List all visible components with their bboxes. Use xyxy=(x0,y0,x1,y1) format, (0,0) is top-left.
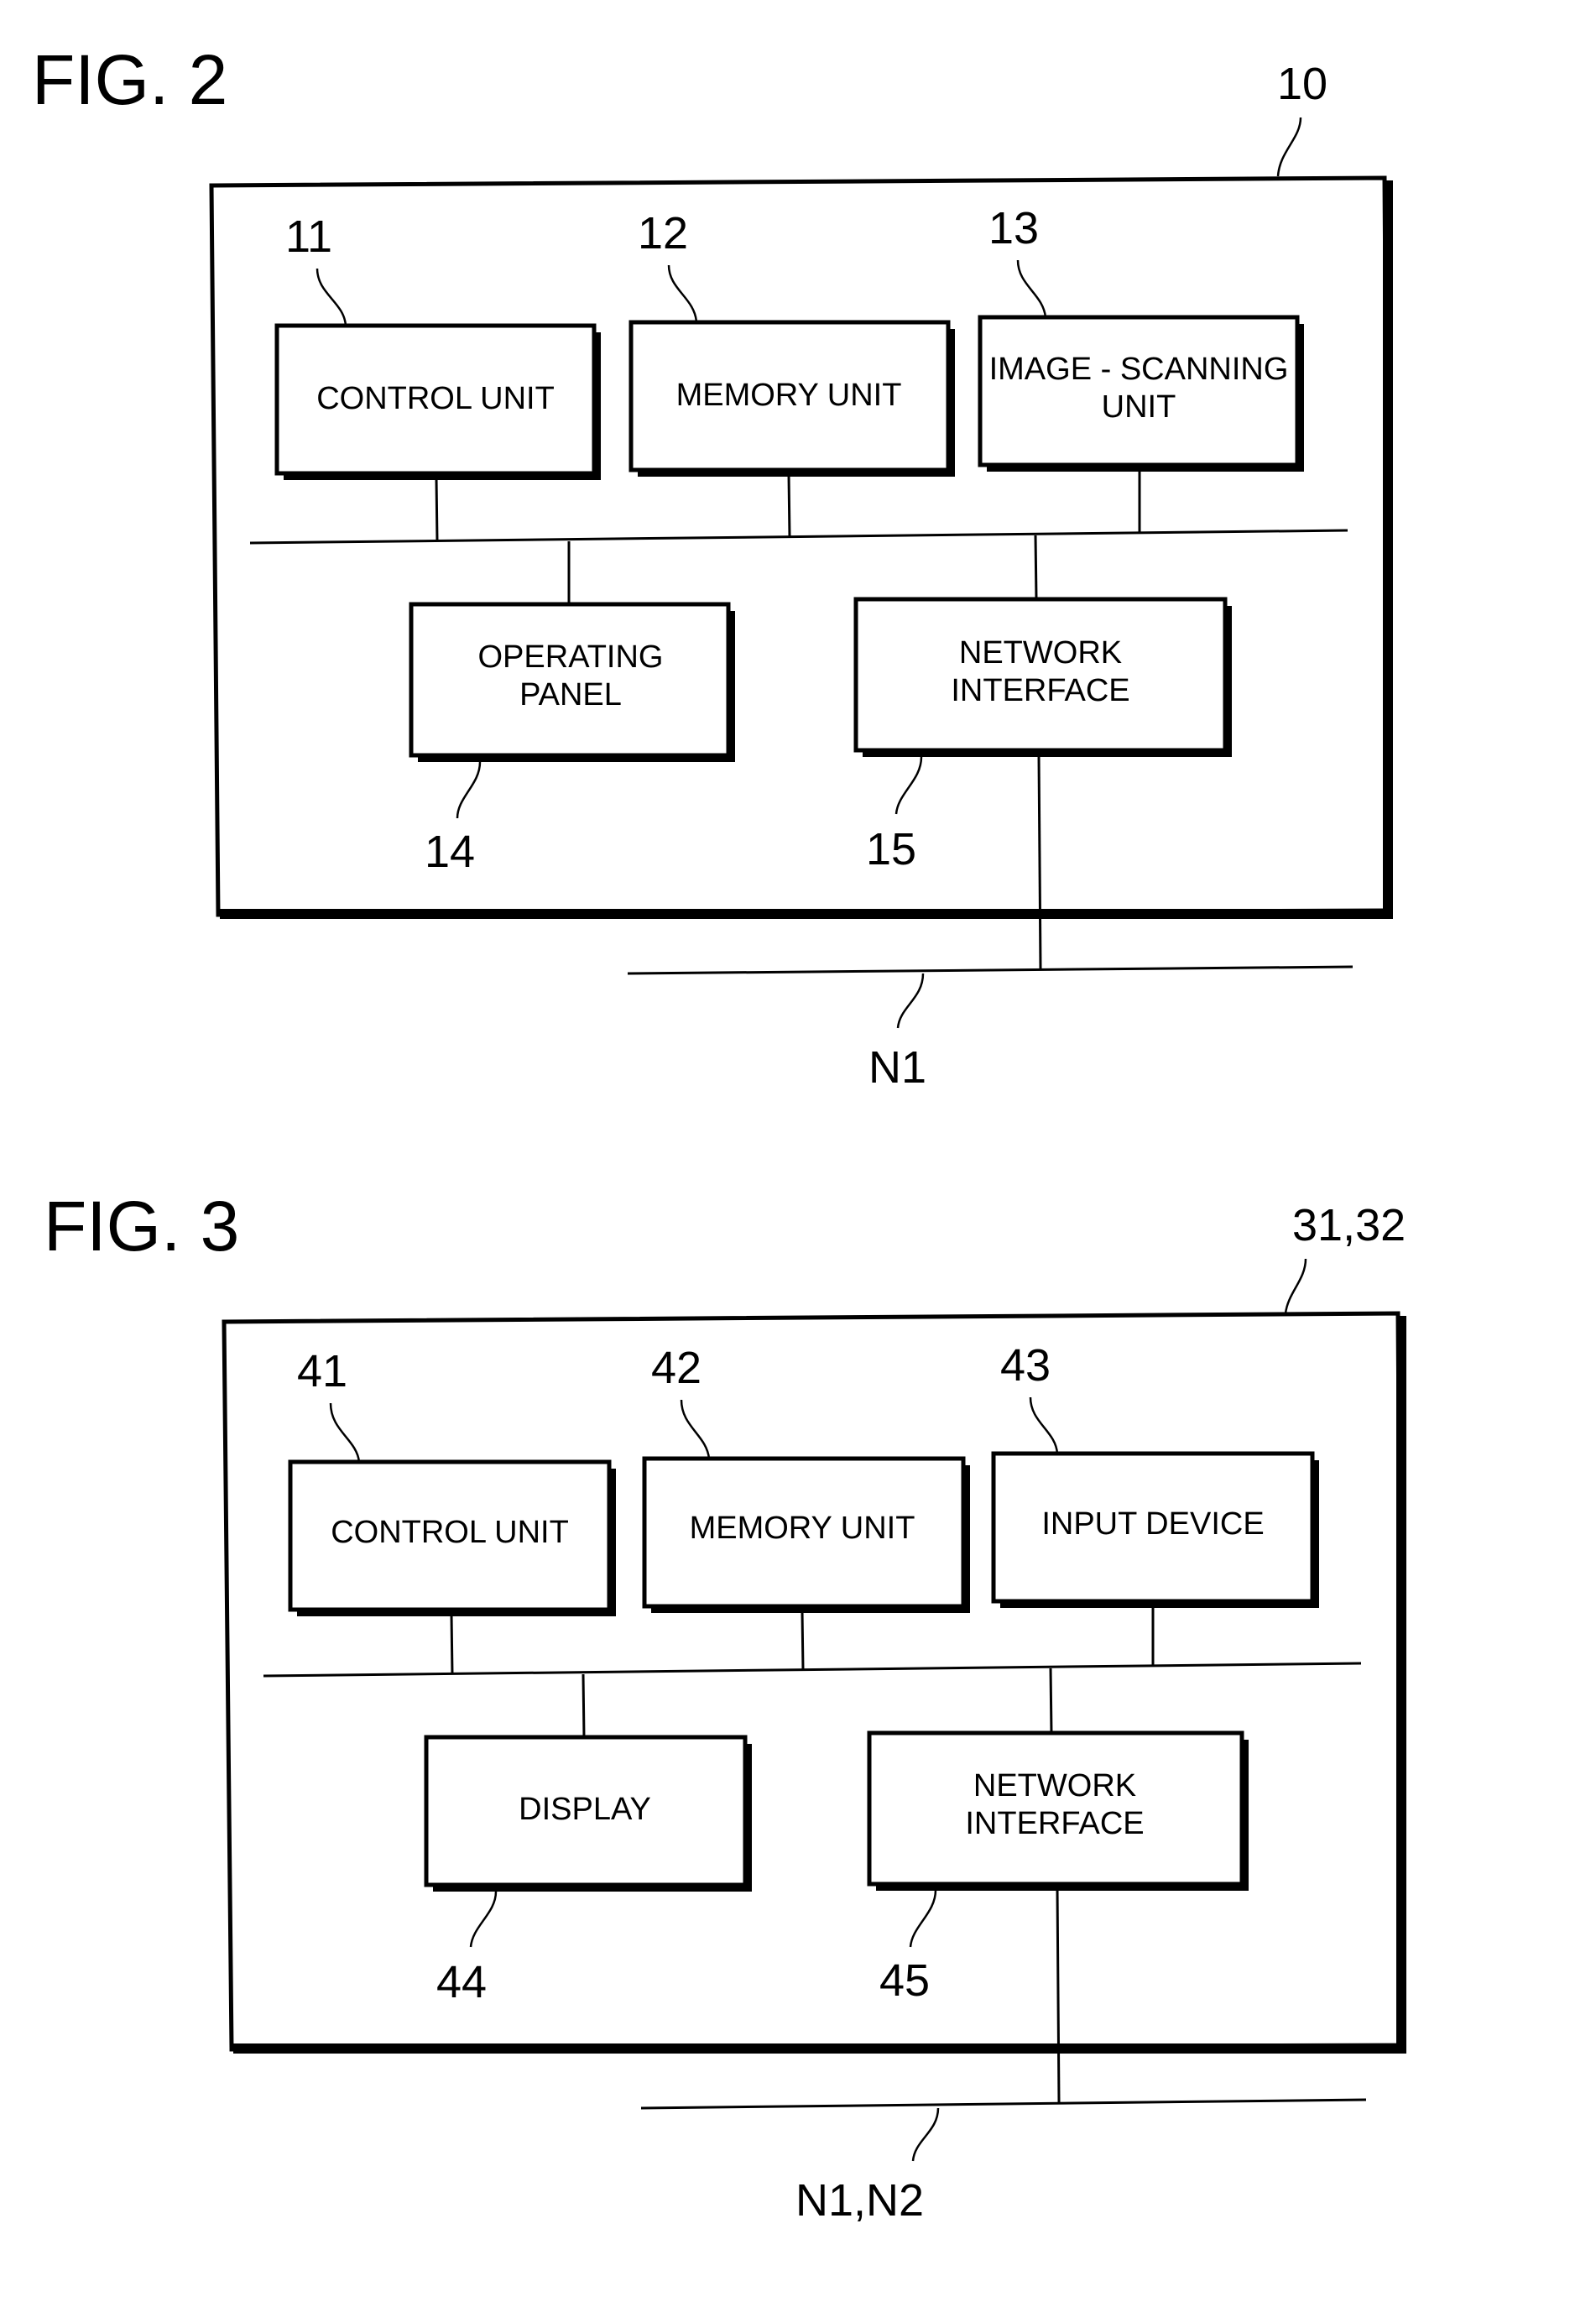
fig3-network-drop xyxy=(1056,1887,1061,2103)
fig3-ref-42: 42 xyxy=(651,1343,702,1393)
fig3-block-45-label-line2: INTERFACE xyxy=(965,1806,1144,1841)
fig2-block-13-label-line2: UNIT xyxy=(1102,389,1176,425)
fig2-network-drop xyxy=(1037,754,1042,969)
fig3-network-n1-n2 xyxy=(640,2098,1367,2110)
fig3-block-control-unit: 41 CONTROL UNIT xyxy=(288,1346,616,1675)
fig3-network-ref: N1,N2 xyxy=(795,2175,924,2226)
fig2-ref-14: 14 xyxy=(425,827,475,877)
fig2-connector-12 xyxy=(787,474,791,538)
fig2-connector-15 xyxy=(1034,535,1038,600)
fig3-device-box xyxy=(222,1311,1406,2052)
fig2-leader-11 xyxy=(316,268,347,326)
fig3-device-leader xyxy=(1284,1258,1307,1314)
fig3-block-41-label: CONTROL UNIT xyxy=(331,1515,569,1550)
fig3-block-memory-unit: 42 MEMORY UNIT xyxy=(642,1343,970,1671)
fig3-network-leader xyxy=(911,2107,940,2162)
figure-3: FIG. 3 31,32 41 CONTROL UNIT 42 MEMORY U… xyxy=(44,1187,1406,2226)
fig2-block-control-unit: 11 CONTROL UNIT xyxy=(274,211,601,542)
fig3-ref-43: 43 xyxy=(1000,1340,1051,1391)
fig2-title: FIG. 2 xyxy=(32,40,227,119)
fig2-ref-13: 13 xyxy=(988,203,1039,253)
fig2-leader-13 xyxy=(1016,259,1047,318)
fig2-block-image-scanning-unit: 13 IMAGE - SCANNING UNIT xyxy=(978,203,1304,532)
fig2-device-ref: 10 xyxy=(1277,59,1327,109)
fig3-ref-41: 41 xyxy=(297,1346,347,1396)
fig3-block-input-device: 43 INPUT DEVICE xyxy=(991,1340,1319,1665)
fig3-block-display: DISPLAY 44 xyxy=(424,1673,752,2007)
patent-figures: FIG. 2 10 11 CONTROL UNIT 12 MEMORY UNIT xyxy=(32,40,1406,2226)
fig2-leader-15 xyxy=(894,756,923,815)
fig2-connector-11 xyxy=(435,478,439,542)
fig3-ref-44: 44 xyxy=(436,1957,487,2007)
fig3-connector-42 xyxy=(801,1610,805,1671)
fig3-connector-41 xyxy=(450,1614,454,1675)
fig3-ref-45: 45 xyxy=(879,1955,930,2006)
fig2-block-network-interface: NETWORK INTERFACE 15 xyxy=(853,535,1232,874)
fig3-block-43-label: INPUT DEVICE xyxy=(1041,1506,1264,1542)
fig3-leader-41 xyxy=(329,1402,361,1463)
fig2-block-memory-unit: 12 MEMORY UNIT xyxy=(628,208,955,538)
fig2-block-12-label: MEMORY UNIT xyxy=(676,378,902,413)
fig3-connector-44 xyxy=(582,1673,586,1738)
fig2-block-14-label-line2: PANEL xyxy=(519,677,622,712)
fig2-block-14-label-line1: OPERATING xyxy=(478,639,664,675)
fig2-block-13-label-line1: IMAGE - SCANNING xyxy=(989,352,1289,387)
fig2-network-ref: N1 xyxy=(868,1042,926,1093)
fig2-block-operating-panel: OPERATING PANEL 14 xyxy=(409,541,735,877)
fig2-network-n1 xyxy=(627,965,1353,975)
fig2-block-15-label-line1: NETWORK xyxy=(959,635,1122,671)
fig3-block-44-label: DISPLAY xyxy=(519,1792,651,1827)
fig2-block-15-label-line2: INTERFACE xyxy=(951,673,1129,708)
fig2-ref-15: 15 xyxy=(866,824,916,874)
fig3-block-45-label-line1: NETWORK xyxy=(973,1768,1136,1803)
fig2-block-11-label: CONTROL UNIT xyxy=(316,381,555,416)
fig3-leader-42 xyxy=(680,1399,711,1459)
fig3-title: FIG. 3 xyxy=(44,1187,239,1266)
fig2-ref-12: 12 xyxy=(638,208,688,258)
fig2-device-box xyxy=(209,175,1392,917)
fig2-internal-bus xyxy=(249,529,1348,545)
fig3-block-42-label: MEMORY UNIT xyxy=(690,1511,915,1546)
fig3-leader-44 xyxy=(469,1891,498,1948)
fig2-network-leader xyxy=(896,973,925,1029)
fig2-ref-11: 11 xyxy=(285,211,332,262)
fig3-internal-bus xyxy=(263,1662,1362,1678)
fig3-device-ref: 31,32 xyxy=(1292,1200,1406,1250)
figure-2: FIG. 2 10 11 CONTROL UNIT 12 MEMORY UNIT xyxy=(32,40,1393,1093)
fig3-leader-43 xyxy=(1029,1396,1059,1454)
fig2-leader-12 xyxy=(667,264,698,323)
fig2-device-leader xyxy=(1276,117,1302,177)
fig3-leader-45 xyxy=(909,1889,937,1948)
fig2-leader-14 xyxy=(456,761,482,819)
